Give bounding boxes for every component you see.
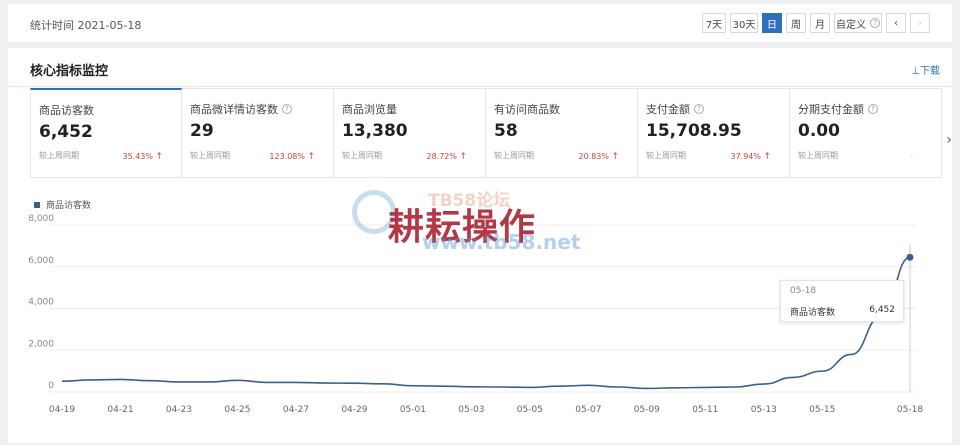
y-tick-label: 0	[48, 381, 54, 391]
prev-button[interactable]: ‹	[886, 13, 906, 33]
range-custom-label: 自定义	[836, 19, 866, 31]
x-tick-label: 04-27	[283, 405, 309, 415]
range-day-button[interactable]: 日	[762, 13, 782, 33]
range-week-button[interactable]: 周	[786, 13, 806, 33]
chart-tooltip: 05-18 商品访客数 6,452	[780, 280, 904, 322]
x-tick-label: 04-19	[49, 405, 75, 415]
x-tick-label: 05-18	[897, 405, 923, 415]
range-30d-button[interactable]: 30天	[730, 13, 758, 33]
x-tick-label: 05-09	[634, 405, 660, 415]
tooltip-date: 05-18	[790, 286, 817, 296]
tooltip-value: 6,452	[869, 305, 895, 315]
range-7d-button[interactable]: 7天	[702, 13, 726, 33]
tooltip-series-name: 商品访客数	[790, 308, 836, 318]
y-tick-label: 4,000	[28, 298, 54, 308]
visitors-line-chart: 0 2,000 4,000 6,000 8,000 04-19 04-21 04-23 04-2…	[28, 214, 923, 415]
y-tick-label: 2,000	[28, 339, 54, 349]
x-tick-label: 05-15	[809, 405, 835, 415]
range-month-button[interactable]: 月	[810, 13, 830, 33]
x-tick-label: 04-23	[166, 405, 192, 415]
x-tick-label: 04-25	[224, 405, 250, 415]
series-point-highlight	[906, 253, 914, 261]
x-tick-label: 04-29	[341, 405, 367, 415]
x-tick-label: 05-13	[751, 405, 777, 415]
x-tick-label: 04-21	[107, 405, 133, 415]
range-custom-button[interactable]: 自定义?	[834, 13, 882, 33]
next-button[interactable]: ›	[910, 13, 930, 33]
top-bar: 统计时间 2021-05-18 7天 30天 日 周 月 自定义? ‹ ›	[8, 4, 952, 42]
stat-date: 统计时间 2021-05-18	[30, 19, 142, 32]
range-selector: 7天 30天 日 周 月 自定义? ‹ ›	[698, 13, 930, 33]
y-tick-label: 8,000	[28, 214, 54, 224]
x-tick-label: 05-03	[458, 405, 484, 415]
series-line	[61, 256, 911, 390]
y-tick-label: 6,000	[28, 256, 54, 266]
x-tick-label: 05-01	[400, 405, 426, 415]
x-tick-label: 05-05	[517, 405, 543, 415]
help-icon: ?	[870, 18, 880, 28]
x-tick-label: 05-11	[692, 405, 718, 415]
x-tick-label: 05-07	[575, 405, 601, 415]
